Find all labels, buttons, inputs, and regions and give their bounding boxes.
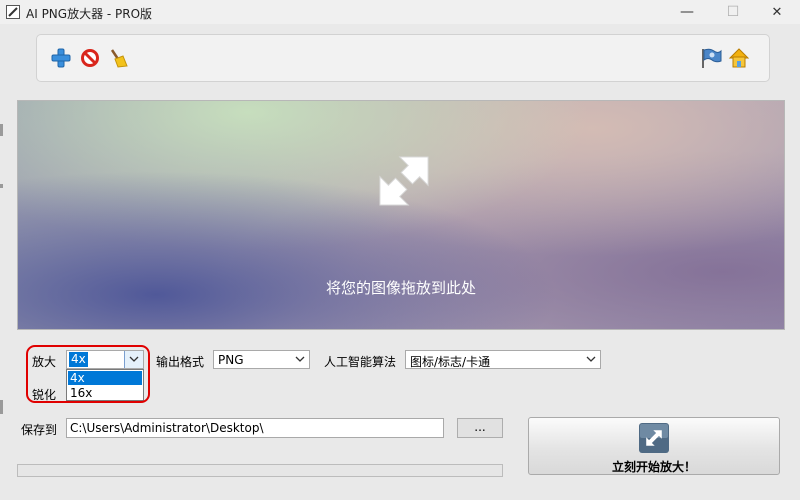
add-icon[interactable]: [50, 47, 72, 69]
close-button[interactable]: ✕: [754, 0, 800, 24]
progress-bar: [17, 464, 503, 477]
home-icon[interactable]: [728, 47, 750, 69]
window-title: AI PNG放大器 - PRO版: [26, 7, 153, 21]
left-edge-decoration: [0, 100, 4, 420]
toolbar: [36, 34, 770, 82]
maximize-button[interactable]: ☐: [710, 0, 756, 24]
save-to-label: 保存到: [21, 423, 58, 437]
remove-icon[interactable]: [79, 47, 101, 69]
language-flag-icon[interactable]: [700, 47, 722, 69]
annotation-highlight-box: [26, 345, 150, 403]
format-label: 输出格式: [156, 355, 205, 369]
algorithm-selected-value: 图标/标志/卡通: [410, 355, 491, 369]
algorithm-label: 人工智能算法: [324, 355, 397, 369]
chevron-down-icon[interactable]: [291, 351, 309, 368]
enlarge-icon: [639, 423, 669, 453]
clear-broom-icon[interactable]: [107, 47, 129, 69]
save-path-value: C:\Users\Administrator\Desktop\: [70, 421, 264, 435]
format-select[interactable]: PNG: [213, 350, 310, 369]
algorithm-select[interactable]: 图标/标志/卡通: [405, 350, 601, 369]
start-button-label: 立刻开始放大！: [611, 460, 696, 474]
image-drop-zone[interactable]: 将您的图像拖放到此处: [17, 100, 785, 330]
chevron-down-icon[interactable]: [582, 351, 600, 368]
save-path-input[interactable]: C:\Users\Administrator\Desktop\: [66, 418, 444, 438]
title-bar: AI PNG放大器 - PRO版 — ☐ ✕: [0, 0, 800, 24]
format-selected-value: PNG: [218, 353, 244, 367]
start-enlarge-button[interactable]: 立刻开始放大！: [528, 417, 780, 475]
app-icon: [6, 5, 20, 19]
minimize-button[interactable]: —: [664, 0, 710, 24]
browse-button[interactable]: ...: [457, 418, 503, 438]
drop-prompt: 将您的图像拖放到此处: [325, 279, 476, 297]
resize-arrows-icon: [379, 156, 429, 206]
